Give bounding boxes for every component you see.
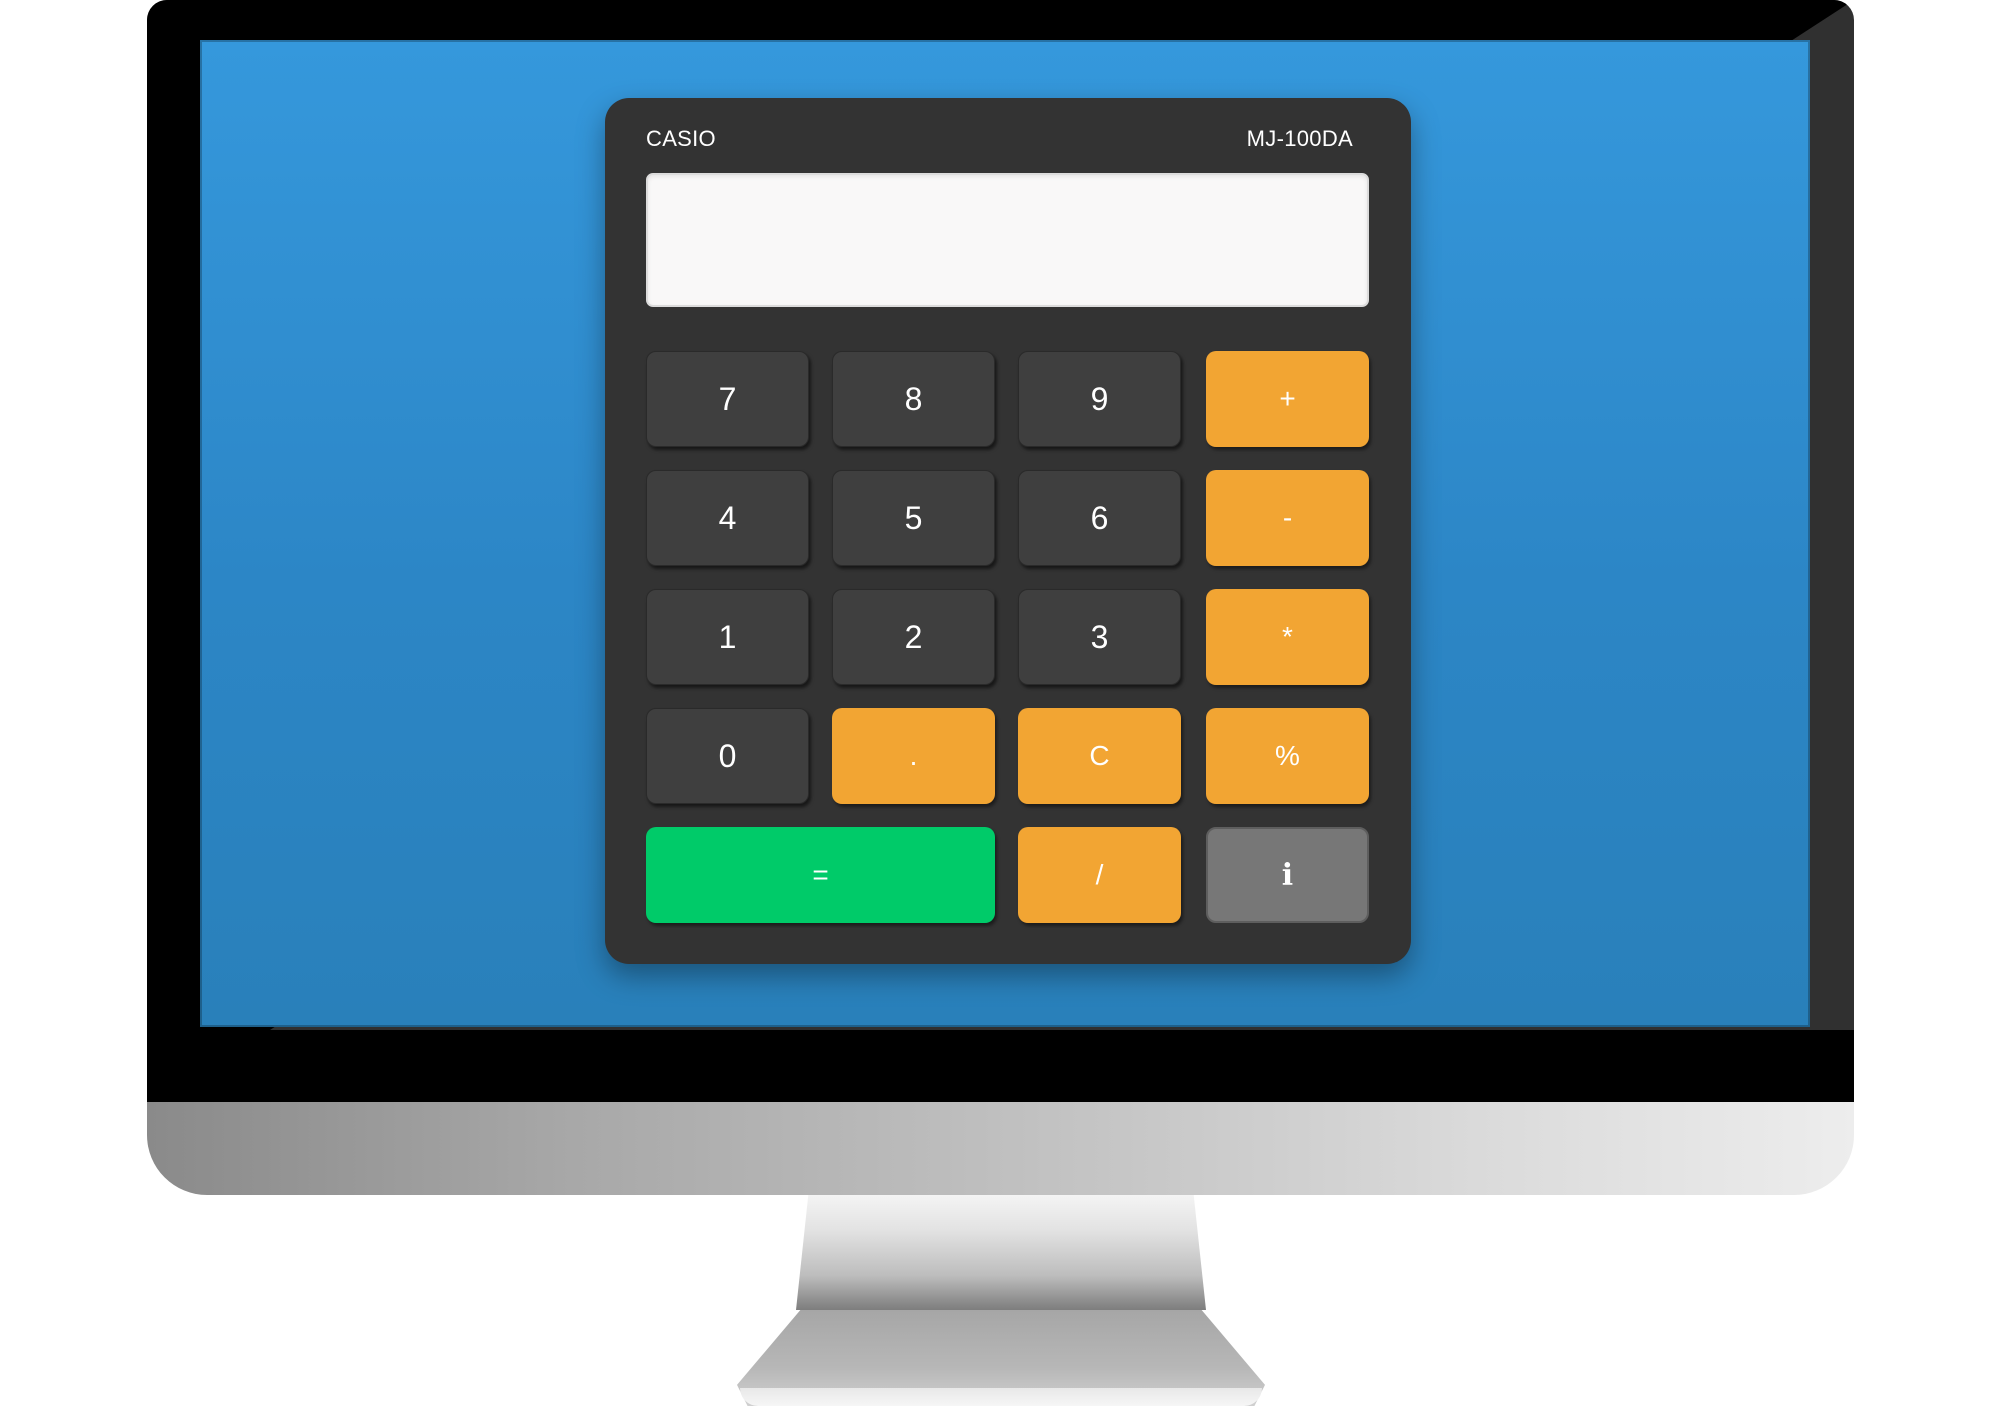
monitor-chin <box>147 1102 1854 1195</box>
key-divide[interactable]: / <box>1018 827 1181 923</box>
key-clear[interactable]: C <box>1018 708 1181 804</box>
key-equals[interactable]: = <box>646 827 995 923</box>
key-4[interactable]: 4 <box>646 470 809 566</box>
monitor-stand-neck <box>796 1195 1206 1310</box>
key-7[interactable]: 7 <box>646 351 809 447</box>
model-label: MJ-100DA <box>1246 126 1353 151</box>
key-0[interactable]: 0 <box>646 708 809 804</box>
page: CASIO MJ-100DA 7 8 9 + 4 5 6 - 1 2 3 * 0… <box>0 0 2000 1414</box>
calculator-display[interactable] <box>646 173 1369 307</box>
key-5[interactable]: 5 <box>832 470 995 566</box>
key-8[interactable]: 8 <box>832 351 995 447</box>
key-percent[interactable]: % <box>1206 708 1369 804</box>
key-3[interactable]: 3 <box>1018 589 1181 685</box>
key-1[interactable]: 1 <box>646 589 809 685</box>
monitor-stand-edge <box>740 1388 1262 1406</box>
key-2[interactable]: 2 <box>832 589 995 685</box>
key-decimal[interactable]: . <box>832 708 995 804</box>
key-plus[interactable]: + <box>1206 351 1369 447</box>
info-icon: i <box>1281 857 1294 893</box>
key-9[interactable]: 9 <box>1018 351 1181 447</box>
key-multiply[interactable]: * <box>1206 589 1369 685</box>
key-6[interactable]: 6 <box>1018 470 1181 566</box>
calculator: CASIO MJ-100DA 7 8 9 + 4 5 6 - 1 2 3 * 0… <box>605 98 1411 964</box>
brand-label: CASIO <box>646 126 716 151</box>
info-button[interactable]: i <box>1206 827 1369 923</box>
key-minus[interactable]: - <box>1206 470 1369 566</box>
bezel-bottom <box>147 1030 1854 1110</box>
